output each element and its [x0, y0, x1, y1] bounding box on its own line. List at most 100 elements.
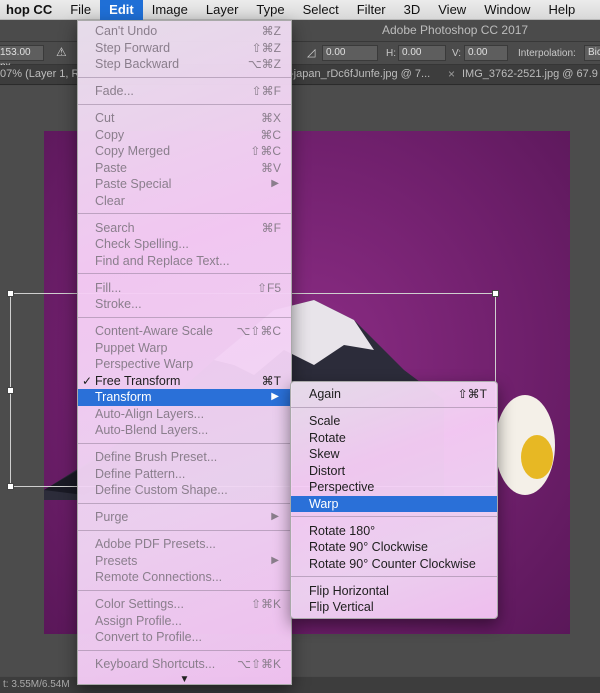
menu-help[interactable]: Help [539, 0, 584, 20]
menu-separator [291, 576, 497, 578]
transform-item-rotate-90-counter-clockwise[interactable]: Rotate 90° Counter Clockwise [291, 556, 497, 573]
transform-item-skew[interactable]: Skew [291, 446, 497, 463]
menu-item-content-aware-scale[interactable]: Content-Aware Scale ⌥⇧⌘C [78, 323, 291, 340]
menu-item-cut[interactable]: Cut ⌘X [78, 110, 291, 127]
menu-item-label: Copy Merged [95, 144, 171, 158]
menu-item-shortcut: ⌥⇧⌘C [236, 324, 281, 338]
window-title: Adobe Photoshop CC 2017 [382, 23, 529, 37]
menu-item-shortcut: ⇧⌘C [250, 144, 281, 158]
transform-item-perspective[interactable]: Perspective [291, 479, 497, 496]
menu-item-keyboard-shortcuts[interactable]: Keyboard Shortcuts... ⌥⇧⌘K [78, 656, 291, 673]
menu-item-label: Auto-Blend Layers... [95, 423, 209, 437]
menu-item-fill[interactable]: Fill... ⇧F5 [78, 280, 291, 297]
menu-window[interactable]: Window [475, 0, 539, 20]
menu-item-presets[interactable]: Presets ▶ [78, 553, 291, 570]
menu-item-label: Convert to Profile... [95, 630, 202, 644]
menu-item-remote-connections[interactable]: Remote Connections... [78, 569, 291, 586]
transform-item-scale[interactable]: Scale [291, 413, 497, 430]
menu-item-label: Rotate 180° [309, 523, 376, 538]
scroll-down-arrow-icon[interactable]: ▼ [78, 674, 291, 685]
menu-item-label: Assign Profile... [95, 613, 182, 628]
menu-item-shortcut: ⌘C [260, 127, 281, 142]
menu-item-label: Distort [309, 463, 346, 478]
angle-field[interactable]: 0.00 [322, 45, 378, 61]
menu-separator [78, 316, 291, 318]
menu-item-adobe-pdf-presets[interactable]: Adobe PDF Presets... [78, 536, 291, 553]
menu-item-shortcut: ⌘X [260, 111, 281, 125]
menu-item-check-spelling[interactable]: Check Spelling... [78, 236, 291, 253]
menu-edit[interactable]: Edit [100, 0, 143, 20]
menu-item-find-and-replace-text[interactable]: Find and Replace Text... [78, 253, 291, 270]
menu-item-color-settings[interactable]: Color Settings... ⇧⌘K [78, 596, 291, 613]
close-icon[interactable]: × [448, 67, 455, 81]
width-field[interactable]: 153.00 px [0, 45, 44, 72]
menu-item-step-backward[interactable]: Step Backward ⌥⌘Z [78, 56, 291, 73]
h-skew-label: H: [386, 48, 396, 59]
menu-item-label: Perspective Warp [95, 357, 194, 371]
menu-item-auto-align-layers[interactable]: Auto-Align Layers... [78, 406, 291, 423]
transform-item-flip-horizontal[interactable]: Flip Horizontal [291, 583, 497, 600]
tab-active-document[interactable]: 07% (Layer 1, R [0, 68, 79, 80]
menu-item-label: Paste Special [95, 177, 172, 191]
menu-item-stroke[interactable]: Stroke... [78, 296, 291, 313]
transform-item-flip-vertical[interactable]: Flip Vertical [291, 599, 497, 616]
menu-item-puppet-warp[interactable]: Puppet Warp [78, 340, 291, 357]
menu-image[interactable]: Image [143, 0, 197, 20]
menu-item-define-pattern[interactable]: Define Pattern... [78, 466, 291, 483]
transform-item-distort[interactable]: Distort [291, 463, 497, 480]
menu-item-label: Keyboard Shortcuts... [95, 657, 216, 671]
transform-item-rotate-90-clockwise[interactable]: Rotate 90° Clockwise [291, 539, 497, 556]
menu-item-label: Puppet Warp [95, 340, 168, 355]
menu-item-perspective-warp[interactable]: Perspective Warp [78, 356, 291, 373]
interpolation-label: Interpolation: [518, 48, 576, 59]
app-menu[interactable]: hop CC [0, 0, 61, 20]
tab-japan-document[interactable]: -japan_rDc6fJunfe.jpg @ 7... [290, 68, 430, 80]
v-skew-field[interactable]: 0.00 [464, 45, 508, 61]
transform-item-rotate-180[interactable]: Rotate 180° [291, 523, 497, 540]
interpolation-select[interactable]: Bic [584, 45, 600, 61]
menu-view[interactable]: View [429, 0, 475, 20]
menu-layer[interactable]: Layer [197, 0, 248, 20]
menu-filter[interactable]: Filter [348, 0, 395, 20]
transform-item-rotate[interactable]: Rotate [291, 430, 497, 447]
menu-item-paste[interactable]: Paste ⌘V [78, 160, 291, 177]
menu-item-copy-merged[interactable]: Copy Merged ⇧⌘C [78, 143, 291, 160]
menu-item-clear[interactable]: Clear [78, 193, 291, 210]
menu-item-step-forward[interactable]: Step Forward ⇧⌘Z [78, 40, 291, 57]
menu-3d[interactable]: 3D [395, 0, 430, 20]
menu-item-search[interactable]: Search ⌘F [78, 220, 291, 237]
menu-item-label: Rotate [309, 430, 346, 445]
menu-item-define-custom-shape[interactable]: Define Custom Shape... [78, 482, 291, 499]
menu-type[interactable]: Type [247, 0, 293, 20]
menu-item-purge[interactable]: Purge ▶ [78, 509, 291, 526]
menu-item-label: Copy [95, 127, 125, 142]
menu-item-label: Fade... [95, 84, 134, 98]
tab-img-document[interactable]: IMG_3762-2521.jpg @ 67.9 [462, 68, 598, 80]
menu-separator [78, 529, 291, 531]
menu-item-fade[interactable]: Fade... ⇧⌘F [78, 83, 291, 100]
transform-item-again[interactable]: Again ⇧⌘T [291, 386, 497, 403]
menu-item-copy[interactable]: Copy ⌘C [78, 127, 291, 144]
menu-item-free-transform[interactable]: ✓ Free Transform ⌘T [78, 373, 291, 390]
menu-select[interactable]: Select [294, 0, 348, 20]
menu-item-define-brush-preset[interactable]: Define Brush Preset... [78, 449, 291, 466]
menu-separator [78, 273, 291, 275]
menu-item-label: Step Backward [95, 57, 180, 71]
menu-item-paste-special[interactable]: Paste Special ▶ [78, 176, 291, 193]
menu-item-can-t-undo[interactable]: Can't Undo ⌘Z [78, 23, 291, 40]
h-skew-field[interactable]: 0.00 [398, 45, 446, 61]
transform-item-warp[interactable]: Warp [291, 495, 497, 512]
menu-item-label: Define Pattern... [95, 466, 186, 481]
menu-item-label: Perspective [309, 480, 375, 494]
menu-item-label: Clear [95, 193, 125, 208]
menu-item-label: Fill... [95, 280, 122, 295]
menu-item-label: Check Spelling... [95, 237, 189, 251]
menu-item-convert-to-profile[interactable]: Convert to Profile... [78, 629, 291, 646]
submenu-arrow-icon: ▶ [271, 554, 279, 566]
menu-item-label: Scale [309, 414, 341, 428]
menu-file[interactable]: File [61, 0, 100, 20]
menu-item-auto-blend-layers[interactable]: Auto-Blend Layers... [78, 422, 291, 439]
menu-separator [291, 516, 497, 518]
menu-item-transform[interactable]: Transform ▶ [78, 389, 291, 406]
menu-item-assign-profile[interactable]: Assign Profile... [78, 613, 291, 630]
